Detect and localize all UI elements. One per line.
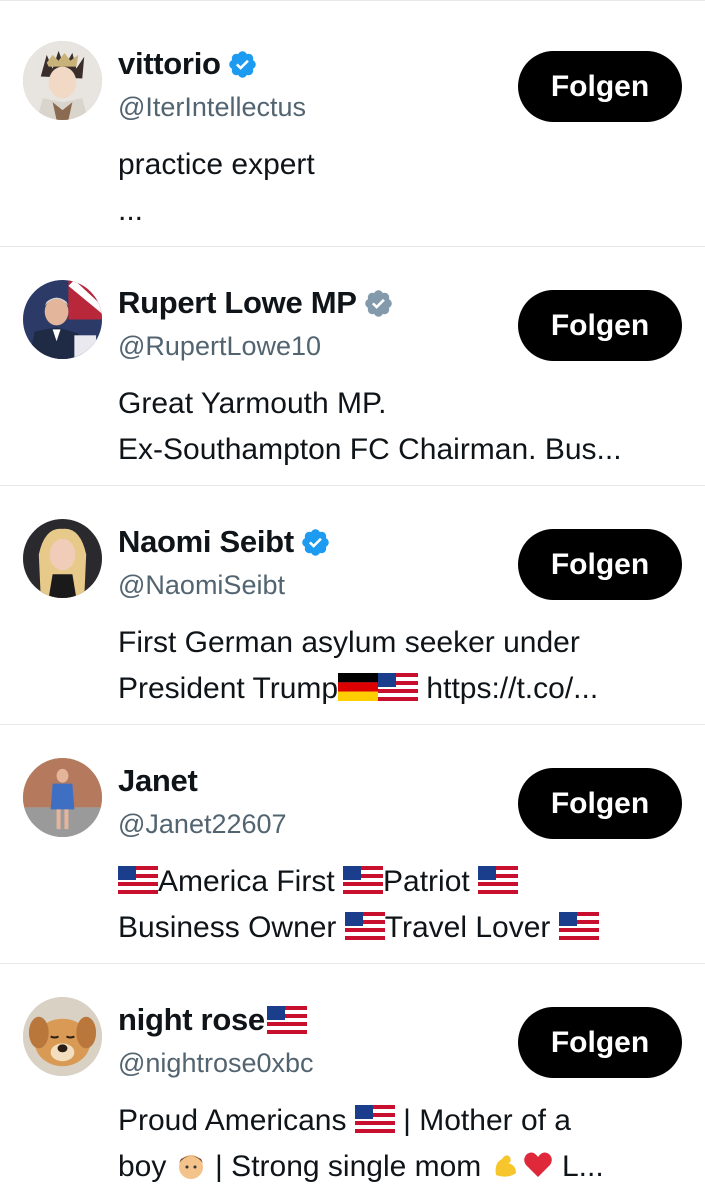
verified-badge-gray-icon [364, 289, 392, 317]
follow-button[interactable]: Folgen [518, 768, 682, 839]
germany-flag-icon [338, 673, 379, 701]
avatar[interactable] [23, 758, 102, 837]
anime-avatar-icon [23, 41, 102, 120]
verified-badge-icon [302, 528, 329, 556]
user-bio: First German asylum seeker under Preside… [118, 626, 599, 705]
follow-button[interactable]: Folgen [518, 1007, 682, 1078]
usa-flag-icon [343, 866, 384, 894]
user-handle: @RupertLowe10 [118, 331, 322, 361]
avatar[interactable] [23, 997, 102, 1076]
user-name[interactable]: Janet [118, 763, 198, 799]
user-row-rupert-lowe[interactable]: Rupert Lowe MP @RupertLowe10 Great Yarmo… [0, 247, 705, 486]
user-handle: @Janet22607 [118, 809, 287, 839]
usa-flag-icon [118, 866, 158, 894]
avatar[interactable] [23, 41, 102, 120]
boy-emoji-icon [178, 1155, 203, 1179]
user-row-night-rose[interactable]: night rose @nightrose0xbc Proud American… [0, 964, 705, 1203]
user-name[interactable]: vittorio [118, 46, 221, 82]
user-bio: Proud Americans | Mother of a boy | Stro… [118, 1104, 604, 1183]
usa-flag-icon [378, 673, 419, 701]
user-name[interactable]: Rupert Lowe MP [118, 285, 357, 321]
puppy-icon [23, 997, 102, 1076]
usa-flag-icon [354, 1105, 395, 1133]
user-handle: @nightrose0xbc [118, 1048, 314, 1078]
bio-link[interactable]: https://t.co/... [418, 672, 598, 705]
user-handle: @IterIntellectus [118, 92, 306, 122]
user-handle: @NaomiSeibt [118, 570, 285, 600]
follow-button[interactable]: Folgen [518, 51, 682, 122]
red-heart-icon [523, 1152, 552, 1177]
woman-standing-icon [23, 758, 102, 837]
follow-button[interactable]: Folgen [518, 529, 682, 600]
user-row-naomi-seibt[interactable]: Naomi Seibt @NaomiSeibt First German asy… [0, 486, 705, 725]
verified-badge-icon [228, 50, 256, 78]
user-bio: America First Patriot Business Owner Tra… [118, 859, 684, 951]
avatar[interactable] [23, 280, 102, 359]
avatar[interactable] [23, 519, 102, 598]
usa-flag-icon [558, 912, 599, 940]
usa-flag-icon [478, 866, 519, 894]
user-row-vittorio[interactable]: vittorio @IterIntellectus practice exper… [0, 8, 705, 247]
user-row-janet[interactable]: Janet @Janet22607 America First Patriot … [0, 725, 705, 964]
woman-portrait-icon [23, 519, 102, 598]
usa-flag-icon [266, 1006, 307, 1034]
user-name[interactable]: Naomi Seibt [118, 524, 294, 560]
user-name[interactable]: night rose [118, 1002, 265, 1038]
flexed-biceps-icon [495, 1155, 516, 1177]
follow-button[interactable]: Folgen [518, 290, 682, 361]
user-bio: Great Yarmouth MP. Ex-Southampton FC Cha… [118, 387, 622, 466]
user-bio: practice expert ... [118, 148, 315, 227]
man-portrait-icon [23, 280, 102, 359]
usa-flag-icon [344, 912, 385, 940]
who-to-follow-list: vittorio @IterIntellectus practice exper… [0, 0, 705, 1199]
